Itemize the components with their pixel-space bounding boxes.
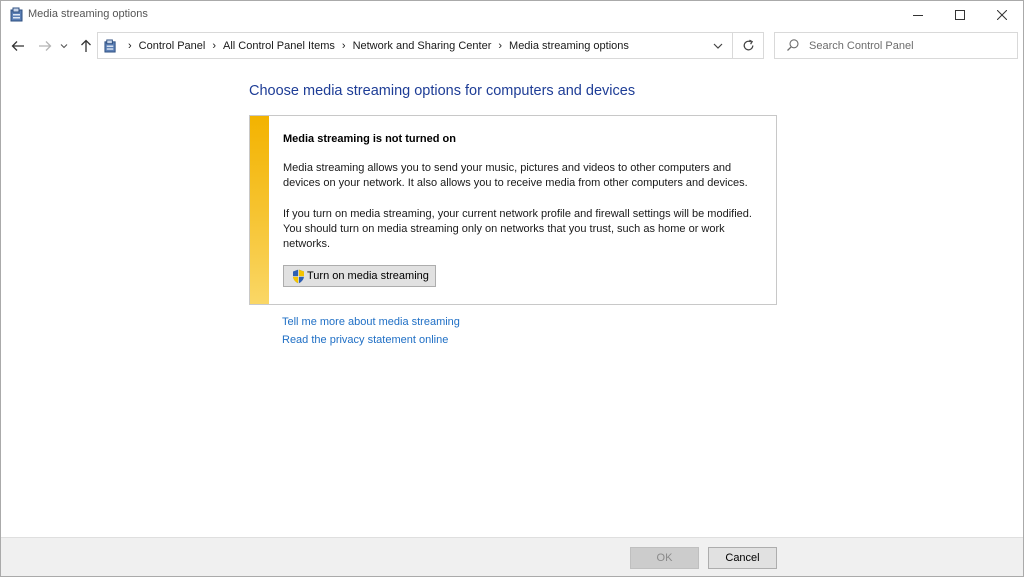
chevron-down-icon <box>60 44 68 49</box>
ok-button[interactable]: OK <box>630 547 699 569</box>
title-bar[interactable]: Media streaming options <box>1 1 1023 29</box>
control-panel-icon <box>10 7 24 22</box>
window: Media streaming options › Control Panel … <box>0 0 1024 577</box>
close-window-button[interactable] <box>981 1 1023 29</box>
breadcrumb-item-control-panel[interactable]: Control Panel <box>139 40 206 52</box>
dialog-footer: OK Cancel <box>1 537 1023 576</box>
chevron-right-icon[interactable]: › <box>342 40 346 52</box>
address-bar[interactable]: › Control Panel › All Control Panel Item… <box>97 32 764 59</box>
search-icon <box>786 38 800 55</box>
back-arrow-icon <box>11 41 24 51</box>
forward-button[interactable] <box>34 35 56 57</box>
warning-stripe <box>250 116 269 304</box>
up-button[interactable] <box>75 35 97 57</box>
recent-locations-button[interactable] <box>57 35 71 57</box>
notice-warning-text: If you turn on media streaming, your cur… <box>283 208 752 250</box>
chevron-right-icon[interactable]: › <box>212 40 216 52</box>
address-history-dropdown[interactable] <box>707 33 729 58</box>
close-icon <box>997 10 1007 20</box>
refresh-icon <box>743 39 753 51</box>
navigation-bar: › Control Panel › All Control Panel Item… <box>1 29 1023 63</box>
page-title: Choose media streaming options for compu… <box>249 83 636 99</box>
refresh-button[interactable] <box>732 33 763 58</box>
breadcrumb-item-all-control-panel-items[interactable]: All Control Panel Items <box>223 40 335 52</box>
uac-shield-icon <box>292 269 305 284</box>
chevron-right-icon[interactable]: › <box>498 40 502 52</box>
window-title: Media streaming options <box>28 8 148 20</box>
control-panel-icon <box>104 39 117 53</box>
maximize-button[interactable] <box>939 1 981 29</box>
notice-title: Media streaming is not turned on <box>283 133 456 145</box>
minimize-button[interactable] <box>897 1 939 29</box>
turn-on-media-streaming-button[interactable]: Turn on media streaming <box>283 265 436 287</box>
maximize-icon <box>955 10 965 20</box>
chevron-right-icon[interactable]: › <box>128 40 132 52</box>
turn-on-media-streaming-label: Turn on media streaming <box>307 270 429 282</box>
search-input[interactable] <box>809 37 1009 54</box>
minimize-icon <box>913 15 923 16</box>
breadcrumb: › Control Panel › All Control Panel Item… <box>104 33 629 58</box>
back-button[interactable] <box>7 35 29 57</box>
search-box[interactable] <box>774 32 1018 59</box>
forward-arrow-icon <box>39 41 52 51</box>
cancel-button[interactable]: Cancel <box>708 547 777 569</box>
privacy-statement-link[interactable]: Read the privacy statement online <box>282 334 448 346</box>
up-arrow-icon <box>81 39 91 52</box>
media-streaming-notice: Media streaming is not turned on Media s… <box>249 115 777 305</box>
tell-me-more-link[interactable]: Tell me more about media streaming <box>282 316 460 328</box>
breadcrumb-item-media-streaming-options[interactable]: Media streaming options <box>509 40 629 52</box>
notice-description: Media streaming allows you to send your … <box>283 162 748 189</box>
breadcrumb-item-network-and-sharing-center[interactable]: Network and Sharing Center <box>353 40 492 52</box>
chevron-down-icon <box>713 43 723 49</box>
